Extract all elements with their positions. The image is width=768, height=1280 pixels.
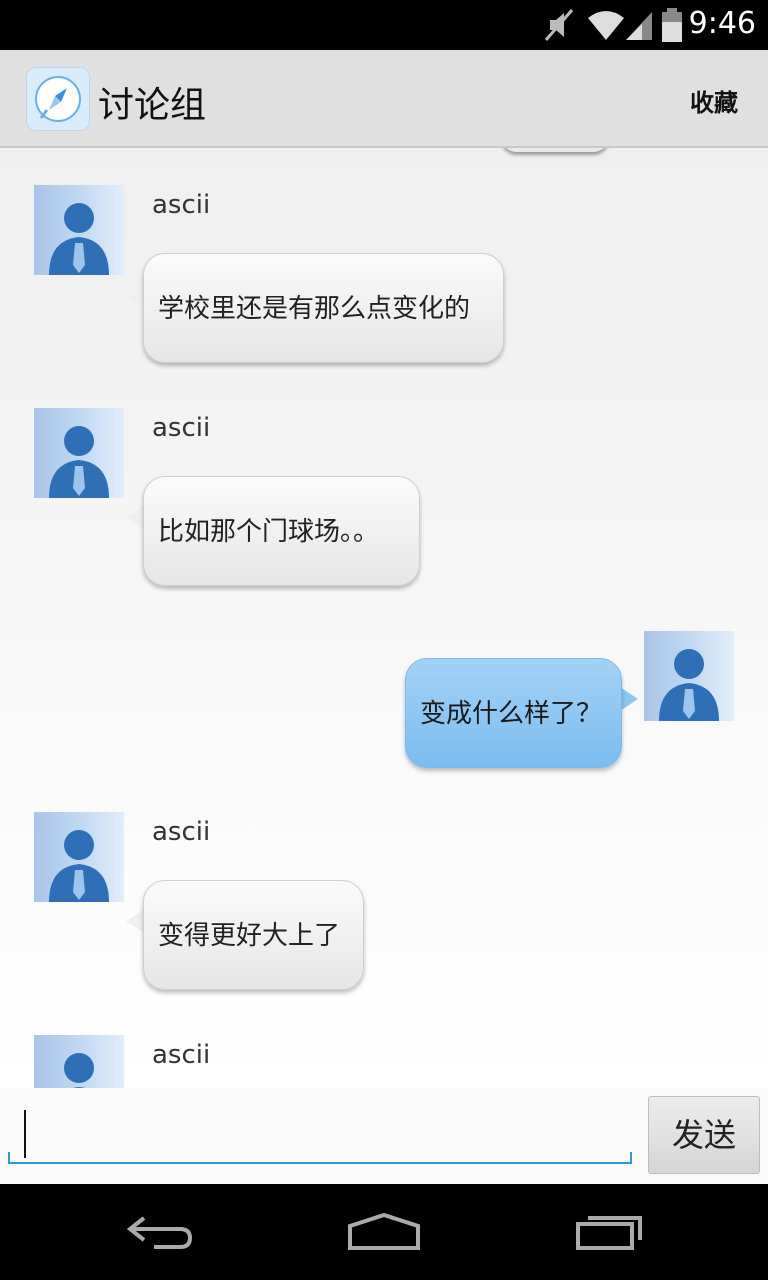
sender-name: ascii xyxy=(152,817,211,847)
bubble-tail xyxy=(620,687,638,711)
partial-message-bubble xyxy=(500,148,610,152)
my-avatar[interactable] xyxy=(644,631,734,721)
bubble-tail xyxy=(126,282,144,306)
page-title: 讨论组 xyxy=(98,85,207,126)
action-bar: 讨论组 收藏 xyxy=(0,50,768,148)
battery-icon xyxy=(662,8,682,42)
input-underline-left xyxy=(8,1152,10,1164)
bubble-tail xyxy=(126,909,144,933)
back-icon[interactable] xyxy=(124,1212,196,1252)
status-bar: 9:46 xyxy=(0,0,768,50)
message-bubble[interactable]: 学校里还是有那么点变化的 xyxy=(143,253,504,363)
avatar[interactable] xyxy=(34,812,124,902)
sender-name: ascii xyxy=(152,190,211,220)
avatar[interactable] xyxy=(34,1035,124,1088)
input-bar: 发送 xyxy=(0,1088,768,1184)
wifi-icon xyxy=(588,11,624,40)
message-bubble[interactable]: 变得更好大上了 xyxy=(143,880,364,990)
mute-icon xyxy=(544,9,574,41)
input-underline xyxy=(8,1162,632,1164)
recent-apps-icon[interactable] xyxy=(574,1212,646,1252)
send-button[interactable]: 发送 xyxy=(648,1096,760,1174)
sender-name: ascii xyxy=(152,413,211,443)
message-input[interactable] xyxy=(8,1098,636,1158)
compass-app-icon[interactable] xyxy=(26,67,90,131)
text-cursor xyxy=(24,1110,26,1158)
signal-icon xyxy=(626,12,652,40)
outgoing-message-bubble[interactable]: 变成什么样了？ xyxy=(405,658,622,768)
message-bubble[interactable]: 比如那个门球场。。 xyxy=(143,476,420,586)
home-icon[interactable] xyxy=(346,1212,422,1252)
chat-list[interactable]: ascii 学校里还是有那么点变化的 ascii 比如那个门球场。。 变成什么样… xyxy=(0,148,768,1088)
input-underline-right xyxy=(630,1152,632,1164)
navigation-bar xyxy=(0,1184,768,1280)
sender-name: ascii xyxy=(152,1040,211,1070)
favorite-button[interactable]: 收藏 xyxy=(690,83,738,118)
avatar[interactable] xyxy=(34,185,124,275)
bubble-tail xyxy=(126,505,144,529)
clock: 9:46 xyxy=(688,6,756,41)
avatar[interactable] xyxy=(34,408,124,498)
